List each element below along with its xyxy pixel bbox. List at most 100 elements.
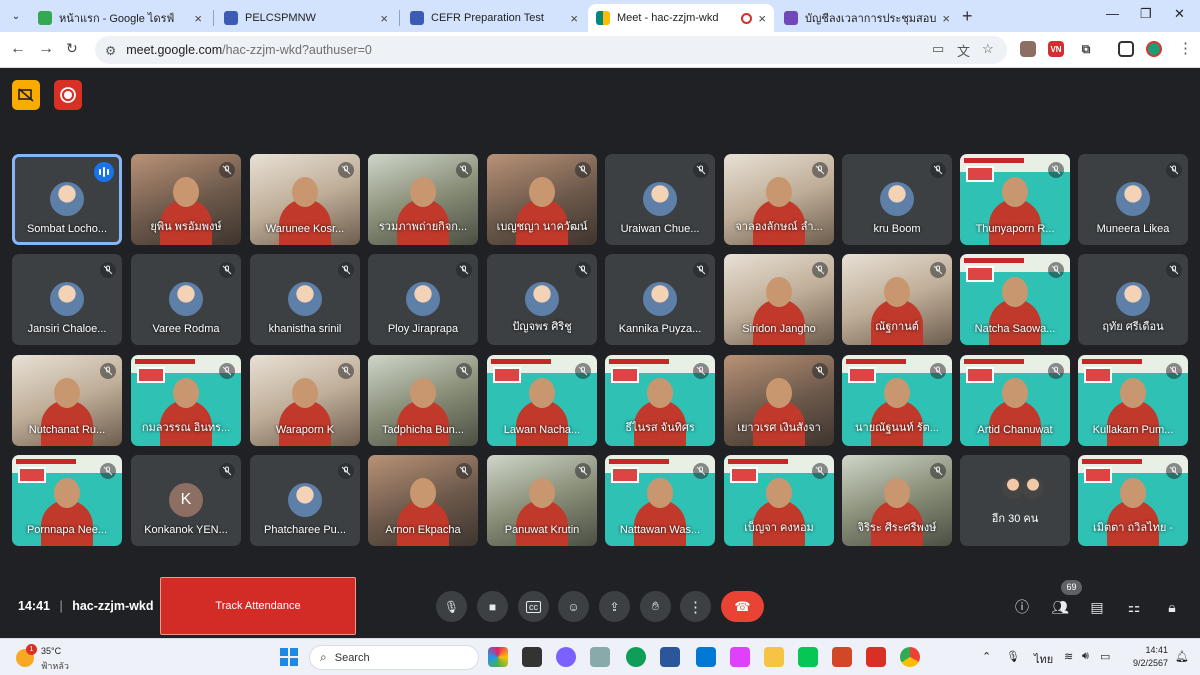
participant-tile[interactable]: Arnon Ekpacha (368, 455, 478, 546)
edge-icon[interactable] (626, 647, 646, 667)
leave-call-button[interactable]: ☎ (721, 591, 764, 622)
acrobat-icon[interactable] (866, 647, 886, 667)
bookmark-star-icon[interactable]: ☆ (982, 41, 994, 57)
snipping-tool-icon[interactable] (730, 647, 750, 667)
recording-icon[interactable] (54, 80, 82, 110)
participant-tile[interactable]: เมิตตา ถวิลไทย - (1078, 455, 1188, 546)
participant-tile[interactable]: รวมภาพถ่ายกิจก... (368, 154, 478, 245)
participant-tile[interactable]: Natcha Saowa... (960, 254, 1070, 345)
extension-icon[interactable] (1020, 41, 1036, 57)
participant-tile[interactable]: khanistha srinil (250, 254, 360, 345)
word-icon[interactable] (660, 647, 680, 667)
file-explorer-icon[interactable] (764, 647, 784, 667)
teams-chat-icon[interactable] (556, 647, 576, 667)
participant-tile[interactable]: Ploy Jiraprapa (368, 254, 478, 345)
participant-tile[interactable]: Pornnapa Nee... (12, 455, 122, 546)
chrome-icon[interactable] (900, 647, 920, 667)
forward-arrow-icon[interactable]: → (38, 40, 54, 58)
participant-tile[interactable]: เยาวเรศ เงินสังจา (724, 355, 834, 446)
raise-hand-button[interactable]: ✋︎ (640, 591, 671, 622)
minimize-button[interactable]: — (1106, 6, 1119, 21)
participant-tile[interactable]: เบ็ญจา คงหอม (724, 455, 834, 546)
participant-tile[interactable]: Jansiri Chaloe... (12, 254, 122, 345)
participant-tile[interactable]: Sombat Locho... (12, 154, 122, 245)
line-icon[interactable] (798, 647, 818, 667)
participant-tile[interactable]: Thunyaporn R... (960, 154, 1070, 245)
back-arrow-icon[interactable]: ← (10, 40, 26, 58)
tab-search-button[interactable]: ⌄ (5, 5, 27, 27)
translate-icon[interactable]: 文 (957, 41, 970, 60)
captions-button[interactable]: cc (518, 591, 549, 622)
powerpoint-icon[interactable] (832, 647, 852, 667)
camera-button[interactable]: ■ (477, 591, 508, 622)
participant-tile[interactable]: ธีไนรส จันทิศร (605, 355, 715, 446)
participant-tile[interactable]: จาลองลักษณ์ ลำ... (724, 154, 834, 245)
participant-tile[interactable]: K Konkanok YEN... (131, 455, 241, 546)
participant-tile[interactable]: Artid Chanuwat (960, 355, 1070, 446)
participant-tile[interactable]: Uraiwan Chue... (605, 154, 715, 245)
more-participants-tile[interactable]: อีก 30 คน (960, 455, 1070, 546)
notifications-bell-icon[interactable]: 🔔︎ (1175, 650, 1189, 663)
participant-tile[interactable]: Lawan Nacha... (487, 355, 597, 446)
mic-tray-icon[interactable]: 🎙︎ (1006, 650, 1020, 663)
participant-tile[interactable]: Varee Rodma (131, 254, 241, 345)
participant-tile[interactable]: Nutchanat Ru... (12, 355, 122, 446)
tab-attendance-sheet[interactable]: บัญชีลงเวลาการประชุมสอบ CEFR ปี × (776, 4, 958, 32)
participant-tile[interactable]: Phatcharee Pu... (250, 455, 360, 546)
windows-start-icon[interactable] (280, 648, 298, 666)
participant-tile[interactable]: Kullakarn Pum... (1078, 355, 1188, 446)
meeting-info-icon[interactable]: ⓘ (1012, 597, 1032, 617)
participant-tile[interactable]: Siridon Jangho (724, 254, 834, 345)
taskbar-search-box[interactable]: ⌕ Search (309, 645, 479, 670)
participant-tile[interactable]: เบญชญา นาควัฒน์ (487, 154, 597, 245)
side-panel-icon[interactable] (1118, 41, 1134, 57)
address-bar[interactable]: ⚙ meet.google.com /hac-zzjm-wkd?authuser… (95, 36, 1007, 64)
tab-pelcspmnw[interactable]: PELCSPMNW × (216, 4, 396, 32)
tab-cefr-preparation-test[interactable]: CEFR Preparation Test × (402, 4, 586, 32)
volume-icon[interactable]: 🔊︎ (1082, 650, 1089, 663)
mail-icon[interactable] (696, 647, 716, 667)
participant-tile[interactable]: ปัญจพร ศิริชู (487, 254, 597, 345)
extension-icon[interactable]: VN (1048, 41, 1064, 57)
participant-tile[interactable]: Muneera Likea (1078, 154, 1188, 245)
wifi-icon[interactable]: ≋ (1064, 650, 1073, 663)
participant-tile[interactable]: ยุพิน พรอัมพงษ์ (131, 154, 241, 245)
activities-icon[interactable]: ⚏ (1124, 597, 1144, 617)
battery-icon[interactable]: ▭ (1100, 650, 1110, 663)
camera-in-use-icon[interactable]: ▭ (932, 41, 944, 57)
new-tab-button[interactable]: + (962, 6, 973, 27)
participant-tile[interactable]: Tadphicha Bun... (368, 355, 478, 446)
browser-menu-icon[interactable]: ⋮ (1178, 39, 1193, 57)
taskbar-clock[interactable]: 14:41 9/2/2567 (1124, 644, 1168, 670)
show-hidden-icons-icon[interactable]: ⌃ (982, 650, 991, 663)
copilot-icon[interactable] (488, 647, 508, 667)
participant-tile[interactable]: ณัฐกานต์ (842, 254, 952, 345)
participant-tile[interactable]: Waraporn K (250, 355, 360, 446)
participant-tile[interactable]: จิริระ ศีระศรีพงษ์ (842, 455, 952, 546)
host-controls-icon[interactable]: 🔒︎ (1162, 597, 1182, 617)
microphone-button[interactable]: 🎙︎ (436, 591, 467, 622)
chat-icon[interactable]: ▤ (1087, 597, 1107, 617)
profile-avatar[interactable] (1146, 41, 1162, 57)
present-button[interactable]: ⇪ (599, 591, 630, 622)
reactions-button[interactable]: ☺ (558, 591, 589, 622)
close-tab-icon[interactable]: × (380, 11, 388, 26)
people-icon[interactable]: 👥︎ (1050, 597, 1070, 617)
track-attendance-button[interactable]: Track Attendance (160, 577, 356, 635)
input-language[interactable]: ไทย (1034, 650, 1053, 668)
participant-tile[interactable]: นายณัฐนนท์ รัต... (842, 355, 952, 446)
close-tab-icon[interactable]: × (942, 11, 950, 26)
close-tab-icon[interactable]: × (758, 11, 766, 26)
participant-tile[interactable]: Panuwat Krutin (487, 455, 597, 546)
participant-tile[interactable]: kru Boom (842, 154, 952, 245)
restore-button[interactable]: ❐ (1140, 6, 1152, 22)
close-tab-icon[interactable]: × (570, 11, 578, 26)
close-tab-icon[interactable]: × (194, 11, 202, 26)
reload-icon[interactable]: ↻ (66, 40, 78, 57)
participant-tile[interactable]: Warunee Kosr... (250, 154, 360, 245)
site-info-icon[interactable]: ⚙ (105, 43, 116, 58)
participant-tile[interactable]: Nattawan Was... (605, 455, 715, 546)
weather-widget[interactable]: 1 35°C ฟ้าหลัว (14, 643, 84, 671)
participant-tile[interactable]: Kannika Puyza... (605, 254, 715, 345)
tab-meet[interactable]: Meet - hac-zzjm-wkd × (588, 4, 774, 32)
